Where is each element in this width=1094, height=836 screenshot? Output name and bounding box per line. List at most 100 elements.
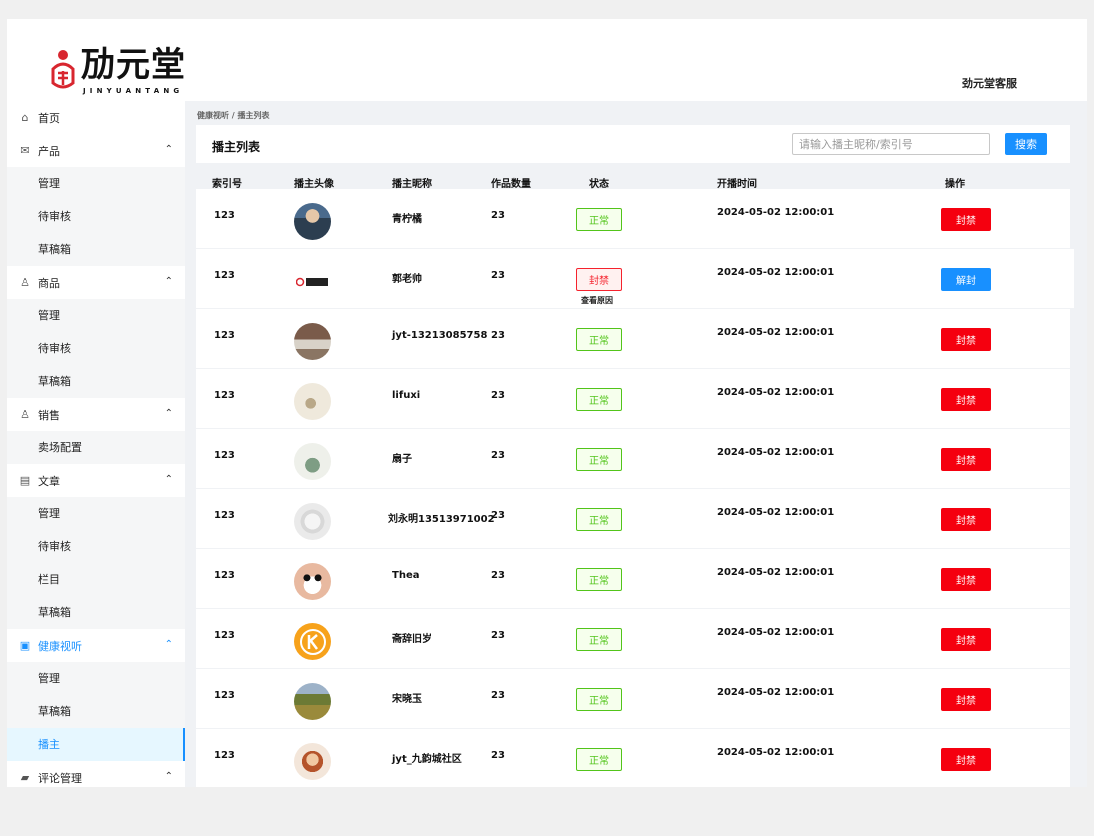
row-works-count: 23: [491, 450, 505, 461]
sidebar-item-health-manage[interactable]: 管理: [7, 662, 185, 695]
row-nickname: Thea: [392, 570, 420, 581]
status-badge: 正常: [576, 628, 622, 651]
video-icon: ▣: [19, 639, 31, 652]
sidebar: ⌂ 首页 ✉ 产品 ⌃ 管理 待审核 草稿箱 ♙ 商品 ⌃ 管理 待审核 草稿箱…: [7, 101, 185, 787]
top-header: 劢元堂 JINYUANTANG 劲元堂客服: [7, 19, 1087, 101]
home-icon: ⌂: [21, 111, 29, 124]
status-badge: 正常: [576, 568, 622, 591]
ban-button[interactable]: 封禁: [941, 328, 991, 351]
avatar: [294, 683, 331, 720]
row-index: 123: [214, 690, 235, 701]
nav-group-article[interactable]: ▤ 文章 ⌃: [7, 464, 185, 497]
col-header-index: 索引号: [212, 179, 242, 190]
status-badge: 正常: [576, 688, 622, 711]
sidebar-item-goods-drafts[interactable]: 草稿箱: [7, 365, 185, 398]
avatar: [294, 743, 331, 780]
sidebar-item-article-pending[interactable]: 待审核: [7, 530, 185, 563]
nav-label: 健康视听: [38, 639, 82, 653]
table-row: 123 jyt_九韵城社区 23 正常 2024-05-02 12:00:01 …: [196, 729, 1070, 787]
ban-button[interactable]: 封禁: [941, 568, 991, 591]
row-works-count: 23: [491, 690, 505, 701]
nav-label: 首页: [38, 111, 60, 125]
sidebar-item-product-pending[interactable]: 待审核: [7, 200, 185, 233]
table-row: 123 扇子 23 正常 2024-05-02 12:00:01 封禁: [196, 429, 1070, 488]
avatar: [294, 623, 331, 660]
col-header-works: 作品数量: [491, 179, 531, 190]
unban-button[interactable]: 解封: [941, 268, 991, 291]
view-reason-link[interactable]: 查看原因: [581, 295, 613, 306]
table-row: 123 lifuxi 23 正常 2024-05-02 12:00:01 封禁: [196, 369, 1070, 428]
row-works-count: 23: [491, 390, 505, 401]
avatar: [294, 443, 331, 480]
row-nickname: lifuxi: [392, 390, 421, 401]
panel-header: 播主列表 搜索: [196, 125, 1070, 163]
logo-mark-icon: [51, 50, 75, 89]
row-index: 123: [214, 270, 235, 281]
row-index: 123: [214, 570, 235, 581]
page-title: 播主列表: [212, 140, 261, 154]
sidebar-item-article-column[interactable]: 栏目: [7, 563, 185, 596]
status-badge: 正常: [576, 388, 622, 411]
row-works-count: 23: [491, 330, 505, 341]
brand-logo[interactable]: 劢元堂 JINYUANTANG: [47, 43, 187, 101]
chevron-up-icon: ⌃: [164, 771, 173, 782]
row-start-time: 2024-05-02 12:00:01: [717, 687, 835, 698]
ban-button[interactable]: 封禁: [941, 448, 991, 471]
ban-button[interactable]: 封禁: [941, 508, 991, 531]
nav-label: 销售: [38, 408, 60, 422]
table-row: 123 郭老帅 23 封禁 查看原因 2024-05-02 12:00:01 解…: [196, 249, 1074, 308]
row-works-count: 23: [491, 210, 505, 221]
row-index: 123: [214, 750, 235, 761]
sidebar-item-article-drafts[interactable]: 草稿箱: [7, 596, 185, 629]
nav-group-goods[interactable]: ♙ 商品 ⌃: [7, 266, 185, 299]
comment-icon: ▰: [20, 771, 30, 784]
nav-group-comments[interactable]: ▰ 评论管理 ⌃: [7, 761, 185, 787]
row-nickname: jyt_九韵城社区: [392, 754, 462, 765]
user-icon: ♙: [20, 408, 30, 421]
sidebar-item-health-drafts[interactable]: 草稿箱: [7, 695, 185, 728]
sidebar-item-article-manage[interactable]: 管理: [7, 497, 185, 530]
search-button[interactable]: 搜索: [1005, 133, 1047, 155]
nav-group-product[interactable]: ✉ 产品 ⌃: [7, 134, 185, 167]
document-icon: ▤: [19, 474, 31, 487]
ban-button[interactable]: 封禁: [941, 388, 991, 411]
chevron-up-icon: ⌃: [164, 144, 173, 155]
sidebar-item-goods-manage[interactable]: 管理: [7, 299, 185, 332]
ban-button[interactable]: 封禁: [941, 628, 991, 651]
sidebar-item-sales-config[interactable]: 卖场配置: [7, 431, 185, 464]
user-name[interactable]: 劲元堂客服: [962, 75, 1017, 91]
nav-label: 商品: [38, 276, 60, 290]
ban-button[interactable]: 封禁: [941, 688, 991, 711]
row-nickname: 青柠橘: [392, 214, 422, 225]
status-badge: 正常: [576, 448, 622, 471]
sidebar-item-product-drafts[interactable]: 草稿箱: [7, 233, 185, 266]
nav-label: 产品: [38, 144, 60, 158]
nav-group-health-av[interactable]: ▣ 健康视听 ⌃: [7, 629, 185, 662]
row-start-time: 2024-05-02 12:00:01: [717, 327, 835, 338]
col-header-time: 开播时间: [717, 179, 757, 190]
col-header-nickname: 播主昵称: [392, 179, 432, 190]
row-start-time: 2024-05-02 12:00:01: [717, 267, 835, 278]
row-nickname: 刘永明13513971002: [388, 514, 495, 525]
chevron-up-icon: ⌃: [164, 639, 173, 650]
search-input[interactable]: [792, 133, 990, 155]
nav-label: 文章: [38, 474, 60, 488]
row-start-time: 2024-05-02 12:00:01: [717, 747, 835, 758]
chevron-up-icon: ⌃: [164, 408, 173, 419]
ban-button[interactable]: 封禁: [941, 208, 991, 231]
sidebar-item-goods-pending[interactable]: 待审核: [7, 332, 185, 365]
row-works-count: 23: [491, 570, 505, 581]
nav-home[interactable]: ⌂ 首页: [7, 101, 185, 134]
table-row: 123 Thea 23 正常 2024-05-02 12:00:01 封禁: [196, 549, 1070, 608]
sidebar-item-health-anchors[interactable]: 播主: [7, 728, 185, 761]
sidebar-item-product-manage[interactable]: 管理: [7, 167, 185, 200]
nav-group-sales[interactable]: ♙ 销售 ⌃: [7, 398, 185, 431]
app-frame: 劢元堂 JINYUANTANG 劲元堂客服 ⌂ 首页 ✉ 产品 ⌃ 管理 待审核…: [7, 19, 1087, 787]
status-badge: 正常: [576, 328, 622, 351]
table-row: 123 宋晓玉 23 正常 2024-05-02 12:00:01 封禁: [196, 669, 1070, 728]
ban-button[interactable]: 封禁: [941, 748, 991, 771]
col-header-status: 状态: [589, 179, 609, 190]
row-works-count: 23: [491, 510, 505, 521]
logo-text: 劢元堂: [81, 45, 186, 85]
row-start-time: 2024-05-02 12:00:01: [717, 387, 835, 398]
